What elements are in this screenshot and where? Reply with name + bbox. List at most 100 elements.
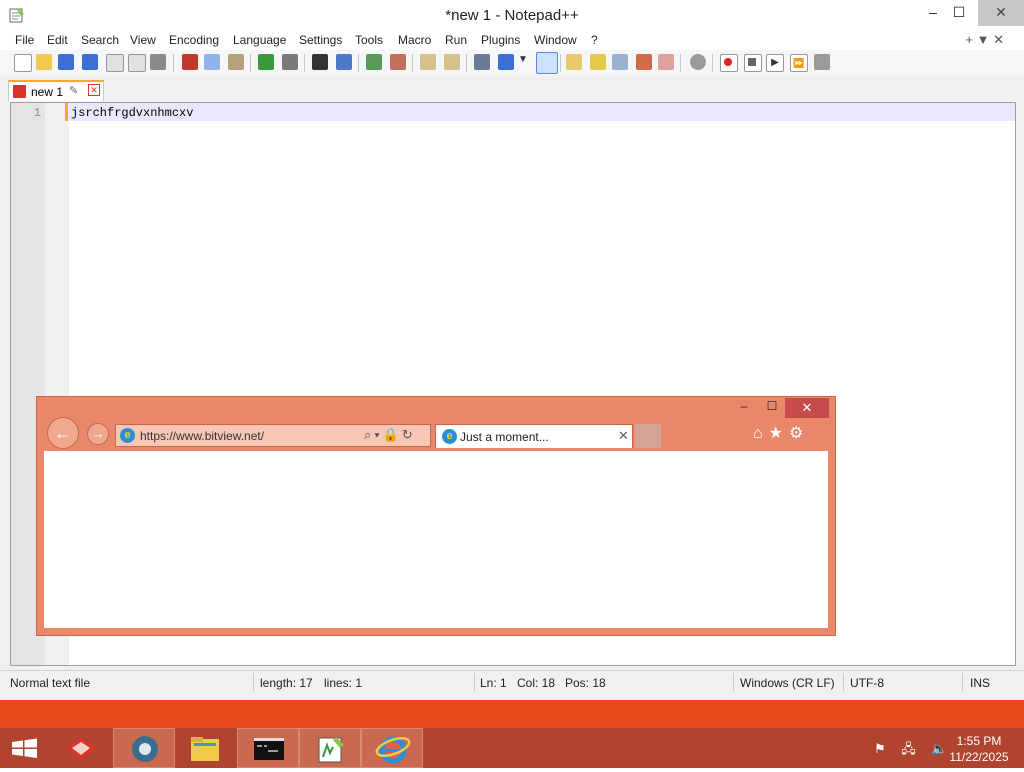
menu-file[interactable]: File	[15, 33, 34, 47]
close-file-icon[interactable]	[106, 54, 124, 72]
save-all-icon[interactable]	[82, 54, 98, 70]
find-icon[interactable]	[312, 54, 328, 70]
menu-language[interactable]: Language	[233, 33, 286, 47]
maximize-button[interactable]: ☐	[936, 0, 982, 26]
tab-new-1[interactable]: new 1 ✎ ✕	[8, 80, 104, 101]
menu-tools[interactable]: Tools	[355, 33, 383, 47]
record-macro-icon[interactable]	[720, 54, 738, 72]
sync-horizontal-icon[interactable]	[444, 54, 460, 70]
ie-page-icon: e	[120, 428, 135, 443]
cut-icon[interactable]	[182, 54, 198, 70]
stop-macro-icon[interactable]	[744, 54, 762, 72]
status-insert-mode[interactable]: INS	[970, 676, 990, 690]
menu-view[interactable]: View	[130, 33, 156, 47]
title-bar: *new 1 - Notepad++ – ☐ ✕	[0, 0, 1024, 30]
browser-maximize-button[interactable]: ☐	[761, 399, 783, 417]
menu-search[interactable]: Search	[81, 33, 119, 47]
speech-icon[interactable]	[690, 54, 706, 70]
function-list-icon[interactable]	[612, 54, 628, 70]
home-favorites-settings-icons[interactable]: ⌂★⚙	[753, 423, 809, 443]
tab-close-icon[interactable]: ✕	[88, 84, 100, 96]
taskbar: ⚑ 🖧 🔈 1:55 PM 11/22/2025	[0, 700, 1024, 768]
menu-window[interactable]: Window	[534, 33, 577, 47]
redo-icon[interactable]	[282, 54, 298, 70]
folder-workspace-icon[interactable]	[636, 54, 652, 70]
status-length: length: 17	[260, 676, 313, 690]
browser-window: – ☐ ✕ ← → e https://www.bitview.net/ ⌕▾🔒…	[36, 396, 836, 636]
back-button[interactable]: ←	[47, 417, 79, 449]
close-button[interactable]: ✕	[978, 0, 1024, 26]
zoom-out-icon[interactable]	[390, 54, 406, 70]
clock-date[interactable]: 11/22/2025	[946, 750, 1012, 764]
unsaved-file-icon	[13, 85, 26, 98]
close-all-icon[interactable]	[128, 54, 146, 72]
taskbar-internet-explorer[interactable]	[361, 728, 423, 768]
taskbar-notepad-plus-plus[interactable]	[299, 728, 361, 768]
browser-close-button[interactable]: ✕	[785, 398, 829, 418]
play-macro-icon[interactable]: ▶	[766, 54, 784, 72]
menu-bar: File Edit Search View Encoding Language …	[0, 30, 1024, 50]
address-bar[interactable]: e https://www.bitview.net/ ⌕▾🔒↻	[115, 424, 431, 447]
replace-icon[interactable]	[336, 54, 352, 70]
browser-tab-close-icon[interactable]: ✕	[618, 428, 629, 444]
menu-help[interactable]: ?	[591, 33, 598, 47]
address-bar-buttons[interactable]: ⌕▾🔒↻	[364, 427, 416, 443]
forward-button[interactable]: →	[87, 423, 109, 445]
clock-time[interactable]: 1:55 PM	[946, 734, 1012, 748]
chrome-icon	[132, 736, 158, 762]
menu-macro[interactable]: Macro	[398, 33, 431, 47]
status-column: Col: 18	[517, 676, 556, 690]
sync-vertical-icon[interactable]	[420, 54, 436, 70]
show-all-characters-icon[interactable]	[498, 54, 514, 70]
taskbar-file-explorer[interactable]	[174, 728, 236, 768]
taskbar-chrome[interactable]	[113, 728, 175, 768]
browser-tab[interactable]: e Just a moment... ✕	[435, 424, 633, 448]
browser-minimize-button[interactable]: –	[733, 399, 755, 417]
user-defined-language-icon[interactable]	[566, 54, 582, 70]
document-map-icon[interactable]	[590, 54, 606, 70]
save-icon[interactable]	[58, 54, 74, 70]
menu-edit[interactable]: Edit	[47, 33, 68, 47]
monitoring-icon[interactable]	[658, 54, 674, 70]
menu-plugins[interactable]: Plugins	[481, 33, 520, 47]
copy-icon[interactable]	[204, 54, 220, 70]
status-position: Pos: 18	[565, 676, 606, 690]
window-title: *new 1 - Notepad++	[445, 7, 579, 24]
menu-run[interactable]: Run	[445, 33, 467, 47]
word-wrap-icon[interactable]	[474, 54, 490, 70]
open-file-icon[interactable]	[36, 54, 52, 70]
undo-icon[interactable]	[258, 54, 274, 70]
new-file-icon[interactable]	[14, 54, 32, 72]
menu-right-controls[interactable]: + ▼ ✕	[965, 32, 1004, 48]
system-tray-icons[interactable]: ⚑ 🖧 🔈	[874, 740, 954, 762]
status-eol[interactable]: Windows (CR LF)	[740, 676, 835, 690]
line-number: 1	[33, 106, 41, 120]
status-file-type: Normal text file	[10, 676, 91, 690]
start-button[interactable]	[0, 728, 48, 768]
editor-text[interactable]: jsrchfrgdvxnhmcxv	[71, 106, 193, 120]
internet-explorer-icon	[375, 736, 411, 764]
indent-guide-icon[interactable]	[536, 52, 558, 74]
save-macro-icon[interactable]	[814, 54, 830, 70]
tab-label: new 1	[31, 85, 64, 99]
command-prompt-icon	[254, 738, 284, 760]
menu-encoding[interactable]: Encoding	[169, 33, 219, 47]
dropdown-arrow-icon[interactable]: ▼	[518, 54, 534, 70]
print-icon[interactable]	[150, 54, 166, 70]
tab-bar: new 1 ✎ ✕	[0, 78, 1024, 102]
notepad-plus-plus-icon	[318, 737, 344, 763]
zoom-in-icon[interactable]	[366, 54, 382, 70]
browser-content[interactable]	[44, 451, 828, 628]
toolbar: ▼ ▶ ⏩	[0, 50, 1024, 76]
ie-tab-icon: e	[442, 429, 457, 444]
paste-icon[interactable]	[228, 54, 244, 70]
new-tab-button[interactable]	[635, 424, 661, 448]
taskbar-app-1[interactable]	[50, 728, 112, 768]
taskbar-command-prompt[interactable]	[237, 728, 299, 768]
menu-settings[interactable]: Settings	[299, 33, 342, 47]
pin-icon[interactable]: ✎	[69, 84, 78, 97]
url-text[interactable]: https://www.bitview.net/	[140, 429, 264, 443]
status-line: Ln: 1	[480, 676, 507, 690]
status-encoding[interactable]: UTF-8	[850, 676, 884, 690]
run-multiple-macro-icon[interactable]: ⏩	[790, 54, 808, 72]
